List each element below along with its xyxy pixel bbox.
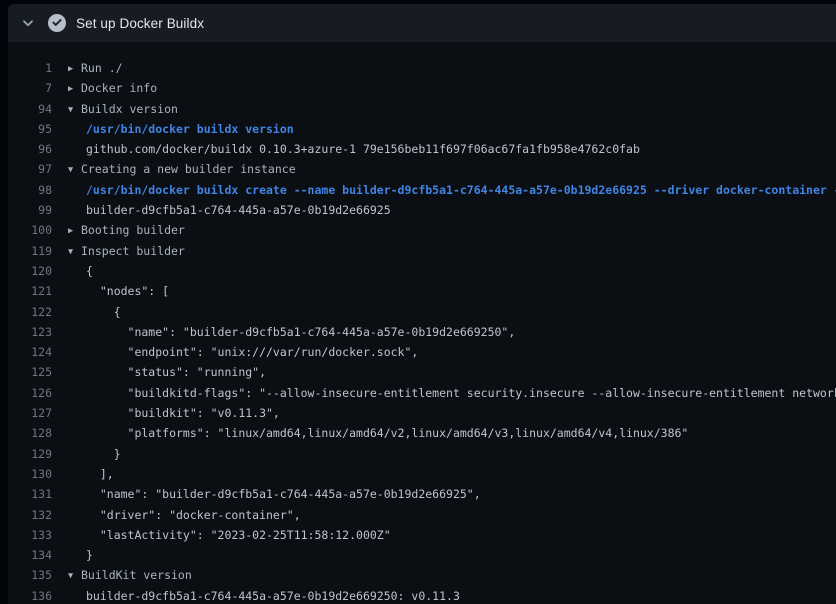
line-number[interactable]: 98: [8, 180, 52, 200]
log-line: 127 "buildkit": "v0.11.3",: [8, 403, 836, 423]
log-line-text: Inspect builder: [81, 244, 185, 258]
log-line: 125 "status": "running",: [8, 362, 836, 382]
log-line-text: "name": "builder-d9cfb5a1-c764-445a-a57e…: [86, 325, 515, 339]
log-line[interactable]: 1 ▶Run ./: [8, 58, 836, 78]
log-line[interactable]: 119 ▼Inspect builder: [8, 241, 836, 261]
log-line: 132 "driver": "docker-container",: [8, 505, 836, 525]
log-line: 122 {: [8, 302, 836, 322]
log-line-text: Docker info: [81, 81, 157, 95]
line-number[interactable]: 130: [8, 464, 52, 484]
log-line: 134 }: [8, 545, 836, 565]
line-number[interactable]: 125: [8, 362, 52, 382]
log-line-text: github.com/docker/buildx 0.10.3+azure-1 …: [86, 142, 640, 156]
chevron-down-icon[interactable]: ▼: [68, 566, 81, 585]
line-number[interactable]: 124: [8, 342, 52, 362]
line-number[interactable]: 134: [8, 545, 52, 565]
line-number[interactable]: 132: [8, 505, 52, 525]
chevron-right-icon[interactable]: ▶: [68, 59, 81, 78]
log-line-text: "endpoint": "unix:///var/run/docker.sock…: [86, 345, 418, 359]
log-line-text: "platforms": "linux/amd64,linux/amd64/v2…: [86, 426, 688, 440]
line-number[interactable]: 120: [8, 261, 52, 281]
chevron-right-icon[interactable]: ▶: [68, 79, 81, 98]
log-line: 124 "endpoint": "unix:///var/run/docker.…: [8, 342, 836, 362]
line-number[interactable]: 100: [8, 220, 52, 240]
chevron-down-icon[interactable]: [16, 11, 40, 35]
log-line: 131 "name": "builder-d9cfb5a1-c764-445a-…: [8, 484, 836, 504]
log-line: 120 {: [8, 261, 836, 281]
log-line: 136 builder-d9cfb5a1-c764-445a-a57e-0b19…: [8, 586, 836, 604]
line-number[interactable]: 97: [8, 159, 52, 179]
line-number[interactable]: 123: [8, 322, 52, 342]
log-line: 123 "name": "builder-d9cfb5a1-c764-445a-…: [8, 322, 836, 342]
log-line-text: /usr/bin/docker buildx version: [86, 122, 294, 136]
line-number[interactable]: 135: [8, 565, 52, 585]
line-number[interactable]: 133: [8, 525, 52, 545]
line-number[interactable]: 136: [8, 586, 52, 604]
step-title: Set up Docker Buildx: [76, 16, 204, 31]
log-line: 133 "lastActivity": "2023-02-25T11:58:12…: [8, 525, 836, 545]
line-number[interactable]: 99: [8, 200, 52, 220]
log-line-text: "status": "running",: [86, 365, 266, 379]
line-number[interactable]: 129: [8, 444, 52, 464]
log-line-text: "buildkitd-flags": "--allow-insecure-ent…: [86, 386, 836, 400]
log-line-text: "name": "builder-d9cfb5a1-c764-445a-a57e…: [86, 487, 481, 501]
line-number[interactable]: 127: [8, 403, 52, 423]
log-line-text: builder-d9cfb5a1-c764-445a-a57e-0b19d2e6…: [86, 589, 460, 603]
log-line: 128 "platforms": "linux/amd64,linux/amd6…: [8, 423, 836, 443]
log-line: 96 github.com/docker/buildx 0.10.3+azure…: [8, 139, 836, 159]
chevron-down-icon[interactable]: ▼: [68, 242, 81, 261]
line-number[interactable]: 121: [8, 281, 52, 301]
log-line: 126 "buildkitd-flags": "--allow-insecure…: [8, 383, 836, 403]
log-line-text: "lastActivity": "2023-02-25T11:58:12.000…: [86, 528, 391, 542]
log-line-text: {: [86, 264, 93, 278]
log-line-text: Booting builder: [81, 223, 185, 237]
line-number[interactable]: 119: [8, 241, 52, 261]
check-circle-icon: [48, 14, 66, 32]
log-line: 121 "nodes": [: [8, 281, 836, 301]
line-number[interactable]: 128: [8, 423, 52, 443]
chevron-right-icon[interactable]: ▶: [68, 221, 81, 240]
line-number[interactable]: 131: [8, 484, 52, 504]
log-line[interactable]: 97 ▼Creating a new builder instance: [8, 159, 836, 179]
log-line: 129 }: [8, 444, 836, 464]
log-line[interactable]: 94 ▼Buildx version: [8, 99, 836, 119]
line-number[interactable]: 1: [8, 58, 52, 78]
log-line-text: Creating a new builder instance: [81, 162, 296, 176]
step-header[interactable]: Set up Docker Buildx: [8, 4, 836, 42]
log-line-text: }: [86, 447, 121, 461]
log-line-text: Run ./: [81, 61, 123, 75]
line-number[interactable]: 96: [8, 139, 52, 159]
log-line-text: "nodes": [: [86, 284, 169, 298]
line-number[interactable]: 7: [8, 78, 52, 98]
log-content: 1 ▶Run ./ 7 ▶Docker info 94 ▼Buildx vers…: [8, 42, 836, 604]
log-line-text: /usr/bin/docker buildx create --name bui…: [86, 183, 836, 197]
log-line[interactable]: 135 ▼BuildKit version: [8, 565, 836, 585]
log-line-text: builder-d9cfb5a1-c764-445a-a57e-0b19d2e6…: [86, 203, 391, 217]
log-line-text: "driver": "docker-container",: [86, 508, 301, 522]
line-number[interactable]: 95: [8, 119, 52, 139]
log-line-text: Buildx version: [81, 102, 178, 116]
log-line: 98 /usr/bin/docker buildx create --name …: [8, 180, 836, 200]
log-line[interactable]: 100 ▶Booting builder: [8, 220, 836, 240]
log-line-text: "buildkit": "v0.11.3",: [86, 406, 280, 420]
chevron-down-icon[interactable]: ▼: [68, 100, 81, 119]
log-line: 99 builder-d9cfb5a1-c764-445a-a57e-0b19d…: [8, 200, 836, 220]
log-line-text: {: [86, 305, 121, 319]
chevron-down-icon[interactable]: ▼: [68, 160, 81, 179]
log-line-text: BuildKit version: [81, 568, 192, 582]
log-line-text: ],: [86, 467, 114, 481]
line-number[interactable]: 94: [8, 99, 52, 119]
log-line: 130 ],: [8, 464, 836, 484]
line-number[interactable]: 122: [8, 302, 52, 322]
log-line: 95 /usr/bin/docker buildx version: [8, 119, 836, 139]
log-line-text: }: [86, 548, 93, 562]
line-number[interactable]: 126: [8, 383, 52, 403]
log-line[interactable]: 7 ▶Docker info: [8, 78, 836, 98]
